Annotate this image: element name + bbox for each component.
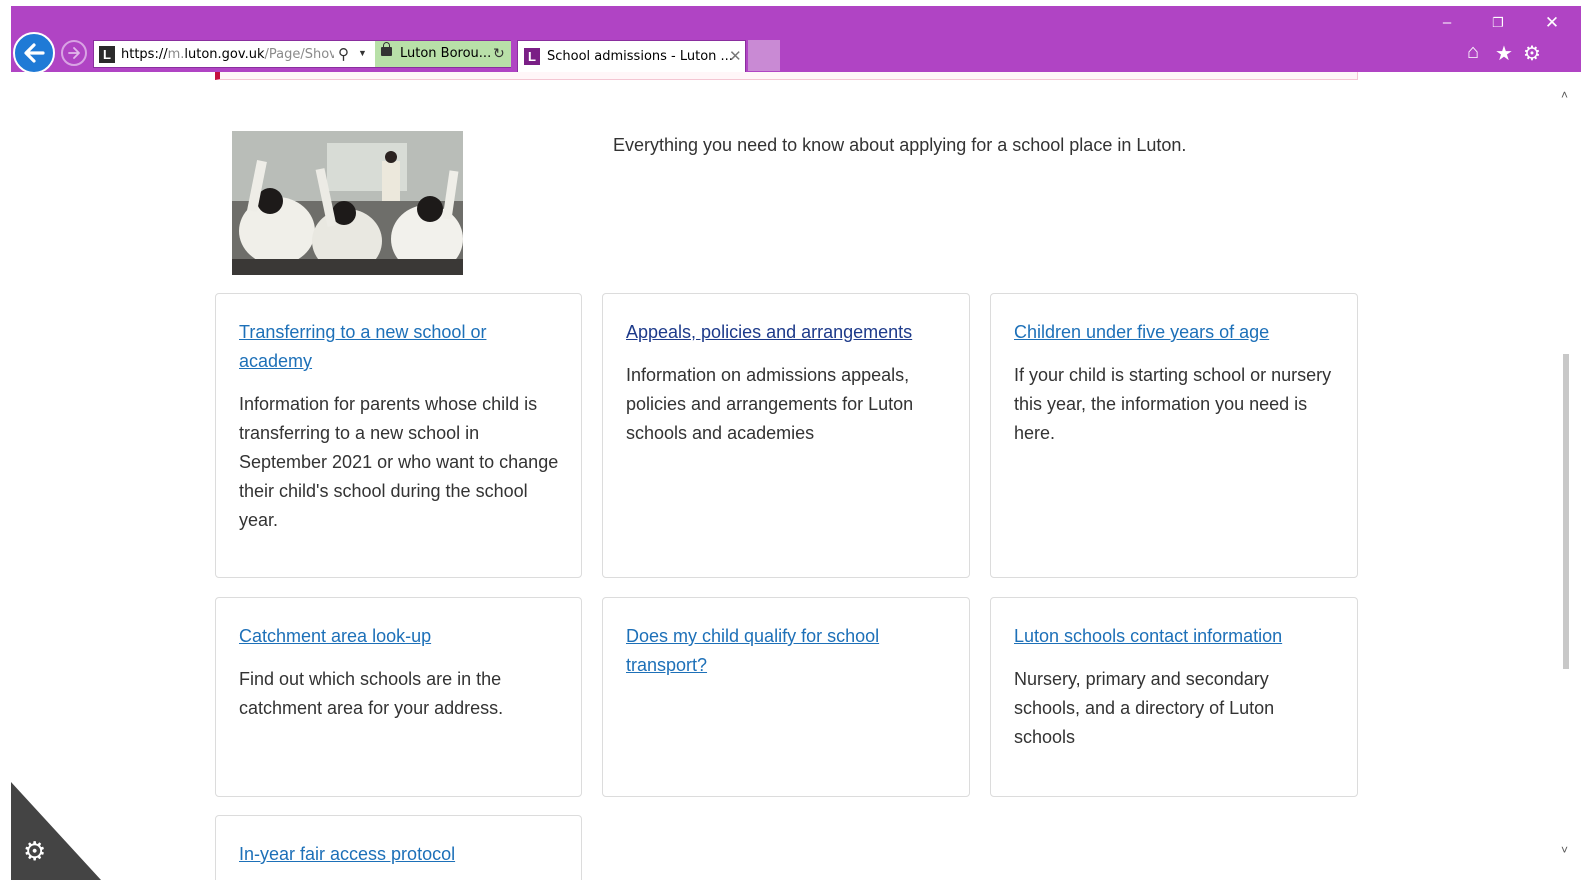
new-tab-button[interactable]	[748, 40, 780, 71]
intro-text: Everything you need to know about applyi…	[613, 135, 1187, 155]
back-icon	[24, 43, 45, 63]
chevron-down-icon[interactable]: ▼	[358, 48, 367, 58]
tab-title: School admissions - Luton ...	[547, 49, 733, 64]
browser-chrome: – ❐ ✕ L https://m.luton.gov.uk/Page/Shov…	[11, 6, 1581, 74]
star-icon[interactable]: ★	[1495, 41, 1513, 66]
minimize-button[interactable]: –	[1432, 12, 1462, 34]
under-five-link[interactable]: Children under five years of age	[1014, 318, 1334, 347]
classroom-photo	[232, 131, 463, 275]
refresh-icon[interactable]: ↻	[493, 45, 505, 62]
address-bar[interactable]: L https://m.luton.gov.uk/Page/Shov ⚲ ▼ L…	[93, 40, 511, 68]
scrollbar-thumb[interactable]	[1563, 354, 1569, 669]
url-path: /Page/Shov	[264, 47, 334, 62]
scroll-up-icon[interactable]: ˄	[1561, 88, 1568, 102]
url-text[interactable]: https://m.luton.gov.uk/Page/Shov	[121, 47, 334, 63]
card-transferring: Transferring to a new school or academy …	[215, 293, 582, 578]
card-description: Information for parents whose child is t…	[239, 394, 559, 530]
forward-button[interactable]	[61, 40, 87, 66]
home-icon[interactable]: ⌂	[1467, 41, 1479, 64]
gear-icon[interactable]: ⚙	[23, 836, 46, 867]
close-window-button[interactable]: ✕	[1537, 12, 1567, 34]
site-identity-button[interactable]: Luton Borou... ↻	[375, 41, 511, 67]
appeals-link[interactable]: Appeals, policies and arrangements	[626, 318, 946, 347]
lock-icon	[381, 42, 392, 56]
card-catchment: Catchment area look-up Find out which sc…	[215, 597, 582, 797]
tab-school-admissions[interactable]: L School admissions - Luton ... ✕	[517, 40, 746, 72]
card-description: Nursery, primary and secondary schools, …	[1014, 669, 1275, 747]
card-appeals: Appeals, policies and arrangements Infor…	[602, 293, 970, 578]
url-domain: luton.gov.uk	[184, 47, 265, 62]
card-under-five: Children under five years of age If your…	[990, 293, 1358, 578]
fair-access-link[interactable]: In-year fair access protocol	[239, 840, 559, 869]
search-icon[interactable]: ⚲	[338, 45, 349, 63]
back-button[interactable]	[13, 32, 55, 74]
card-description: If your child is starting school or nurs…	[1014, 365, 1332, 443]
card-description: Find out which schools are in the catchm…	[239, 669, 504, 718]
gear-icon[interactable]: ⚙	[1523, 41, 1541, 66]
school-transport-link[interactable]: Does my child qualify for school transpo…	[626, 622, 926, 680]
site-favicon-icon: L	[99, 46, 115, 63]
restore-button[interactable]: ❐	[1483, 12, 1513, 34]
card-fair-access: In-year fair access protocol	[215, 815, 582, 880]
url-prefix: m.	[167, 47, 185, 62]
card-description: Information on admissions appeals, polic…	[626, 365, 914, 443]
site-identity-label: Luton Borou...	[400, 46, 492, 61]
card-contact-info: Luton schools contact information Nurser…	[990, 597, 1358, 797]
alert-banner-edge	[215, 72, 1358, 80]
card-school-transport: Does my child qualify for school transpo…	[602, 597, 970, 797]
url-scheme: https://	[121, 47, 168, 62]
catchment-link[interactable]: Catchment area look-up	[239, 622, 559, 651]
transferring-link[interactable]: Transferring to a new school or academy	[239, 318, 539, 376]
tab-favicon-icon: L	[524, 48, 540, 65]
forward-icon	[68, 47, 80, 59]
scroll-down-icon[interactable]: ˅	[1561, 843, 1568, 857]
tab-close-icon[interactable]: ✕	[729, 47, 742, 65]
contact-info-link[interactable]: Luton schools contact information	[1014, 622, 1344, 651]
